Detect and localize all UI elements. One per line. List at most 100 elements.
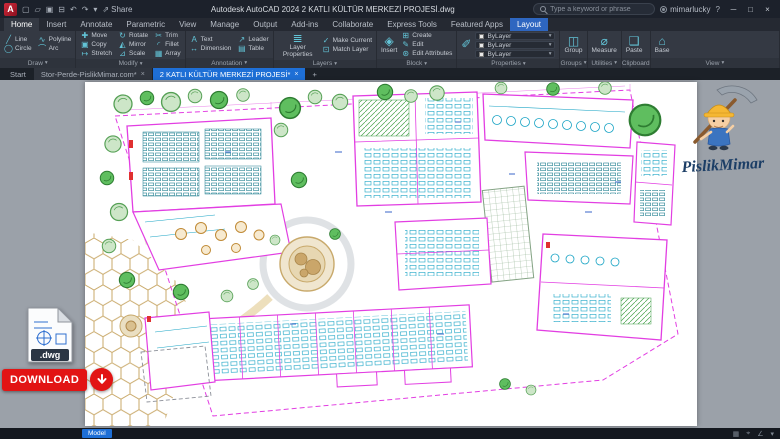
print-icon[interactable]: ⊟ <box>58 5 65 14</box>
ribbon-tab-home[interactable]: Home <box>4 18 39 31</box>
dwg-file-icon[interactable]: .dwg <box>24 306 76 364</box>
tool-trim[interactable]: ✂Trim <box>154 32 181 40</box>
tool-measure[interactable]: ⌀Measure <box>592 35 617 55</box>
maximize-button[interactable]: □ <box>742 0 759 18</box>
tool-scale[interactable]: ⊿Scale <box>118 50 148 58</box>
panel-label-annotation[interactable]: Annotation▾ <box>186 58 273 68</box>
tool-arc[interactable]: ⌒Arc <box>38 45 72 53</box>
brand-name: PislikMimar <box>668 154 779 178</box>
tool-match-props-icon[interactable]: ✐ <box>461 38 471 51</box>
tool-rotate[interactable]: ↻Rotate <box>118 32 148 40</box>
download-arrow-icon[interactable] <box>90 368 113 391</box>
tool-text[interactable]: AText <box>190 36 232 44</box>
help-icon[interactable]: ? <box>716 5 720 14</box>
user-account-button[interactable]: mimarlucky <box>660 5 710 14</box>
minimize-button[interactable]: ─ <box>725 0 742 18</box>
tool-base[interactable]: ⌂Base <box>655 35 670 55</box>
window-title: Autodesk AutoCAD 2024 2 KATLI KÜLTÜR MER… <box>137 5 528 14</box>
line-icon: ╱ <box>4 36 13 44</box>
tool-polyline[interactable]: ∿Polyline <box>38 36 72 44</box>
ortho-icon[interactable]: ∠ <box>757 430 763 438</box>
tool-layer-properties[interactable]: ≣Layer Properties <box>278 32 318 59</box>
panel-label-block[interactable]: Block▾ <box>377 59 456 68</box>
ribbon-tab-view[interactable]: View <box>172 18 203 31</box>
close-button[interactable]: × <box>759 0 776 18</box>
seminar-building <box>525 152 633 204</box>
snap-icon[interactable]: ⌖ <box>746 430 750 438</box>
tool-match-layer[interactable]: ⊡Match Layer <box>322 46 372 54</box>
file-tab-2-katli-k-lt-r-merkezi-projesi[interactable]: 2 KATLI KÜLTÜR MERKEZİ PROJESİ*× <box>153 68 306 80</box>
model-tab[interactable]: Model <box>82 429 112 438</box>
tool-circle[interactable]: ◯Circle <box>4 45 32 53</box>
paste-icon: ❑ <box>629 35 640 48</box>
properties-dropdown-0[interactable]: ByLayer▾ <box>475 32 555 40</box>
tool-group[interactable]: ◫Group <box>564 35 582 55</box>
ribbon-panel-utilities: ⌀Measure Utilities▾ <box>588 31 622 68</box>
save-icon[interactable]: ▣ <box>46 5 54 14</box>
ribbon-tab-parametric[interactable]: Parametric <box>119 18 172 31</box>
grid-icon[interactable]: ▦ <box>733 430 740 438</box>
properties-dropdown-2[interactable]: ByLayer▾ <box>475 50 555 58</box>
tool-fillet[interactable]: ◜Fillet <box>154 41 181 49</box>
chevron-down-icon[interactable]: ▾ <box>770 430 774 438</box>
ribbon-panel-view: ⌂Base View▾ <box>651 31 780 68</box>
tool-move[interactable]: ✚Move <box>80 32 112 40</box>
tool-copy[interactable]: ▣Copy <box>80 41 112 49</box>
restaurant-building <box>483 94 633 148</box>
tool-paste[interactable]: ❑Paste <box>626 35 643 55</box>
panel-label-clipboard[interactable]: Clipboard <box>622 58 650 68</box>
panel-label-modify[interactable]: Modify▾ <box>76 59 184 68</box>
tool-table[interactable]: ▤Table <box>237 45 268 53</box>
file-tab-stor-perde-pislikmimar-com[interactable]: Stor-Perde-PislikMimar.com*× <box>34 68 152 80</box>
window-controls: ─ □ × <box>725 0 776 18</box>
panel-label-draw[interactable]: Draw▾ <box>0 58 75 68</box>
download-banner[interactable]: DOWNLOAD <box>2 368 113 391</box>
tool-line[interactable]: ╱Line <box>4 36 32 44</box>
chevron-down-icon: ▾ <box>424 61 427 67</box>
tool-array[interactable]: ▦Array <box>154 50 181 58</box>
autocad-logo[interactable]: A <box>4 3 17 16</box>
tool-dimension[interactable]: ↔Dimension <box>190 45 232 53</box>
close-icon[interactable]: × <box>141 71 145 78</box>
properties-dropdown-1[interactable]: ByLayer▾ <box>475 41 555 49</box>
open-icon[interactable]: ▱ <box>35 5 41 14</box>
color-swatch <box>479 43 484 48</box>
share-button[interactable]: ⇗ Share <box>102 5 132 14</box>
site-plan-canvas[interactable] <box>85 82 697 426</box>
file-tab-start[interactable]: Start <box>3 68 33 80</box>
match-props-icon: ✐ <box>461 38 471 51</box>
panel-label-layers[interactable]: Layers▾ <box>274 60 376 68</box>
ribbon-tab-manage[interactable]: Manage <box>203 18 246 31</box>
panel-label-view[interactable]: View▾ <box>651 58 779 68</box>
new-icon[interactable]: ▢ <box>22 5 30 14</box>
download-button[interactable]: DOWNLOAD <box>2 369 87 391</box>
group-icon: ◫ <box>568 35 579 48</box>
tool-edit[interactable]: ✎Edit <box>401 41 452 49</box>
redo-icon[interactable]: ↷ <box>82 5 89 14</box>
ribbon-tab-annotate[interactable]: Annotate <box>73 18 119 31</box>
search-input[interactable]: Type a keyword or phrase <box>533 3 655 15</box>
small-plaza <box>120 315 142 337</box>
tool-insert[interactable]: ◈Insert <box>381 35 397 55</box>
ribbon-tab-featured-apps[interactable]: Featured Apps <box>444 18 510 31</box>
ribbon-tab-insert[interactable]: Insert <box>39 18 73 31</box>
tool-edit-attributes[interactable]: ⊛Edit Attributes <box>401 50 452 58</box>
panel-label-utilities[interactable]: Utilities▾ <box>588 58 621 68</box>
tool-leader[interactable]: ↗Leader <box>237 36 268 44</box>
undo-icon[interactable]: ↶ <box>70 5 77 14</box>
chevron-down-icon[interactable]: ▾ <box>93 5 97 14</box>
ribbon-tab-layout[interactable]: Layout <box>510 18 548 31</box>
panel-label-groups[interactable]: Groups▾ <box>560 58 586 68</box>
panel-label-properties[interactable]: Properties▾ <box>457 59 559 68</box>
ribbon-tab-express-tools[interactable]: Express Tools <box>380 18 444 31</box>
ribbon-tab-output[interactable]: Output <box>246 18 284 31</box>
tool-make-current[interactable]: ✓Make Current <box>322 37 372 45</box>
leader-icon: ↗ <box>237 36 246 44</box>
close-icon[interactable]: × <box>294 71 298 78</box>
ribbon-tab-add-ins[interactable]: Add-ins <box>284 18 325 31</box>
new-tab-button[interactable]: + <box>306 68 322 80</box>
tool-stretch[interactable]: ↦Stretch <box>80 50 112 58</box>
ribbon-tab-collaborate[interactable]: Collaborate <box>325 18 380 31</box>
tool-create[interactable]: ⊞Create <box>401 32 452 40</box>
tool-mirror[interactable]: ◭Mirror <box>118 41 148 49</box>
